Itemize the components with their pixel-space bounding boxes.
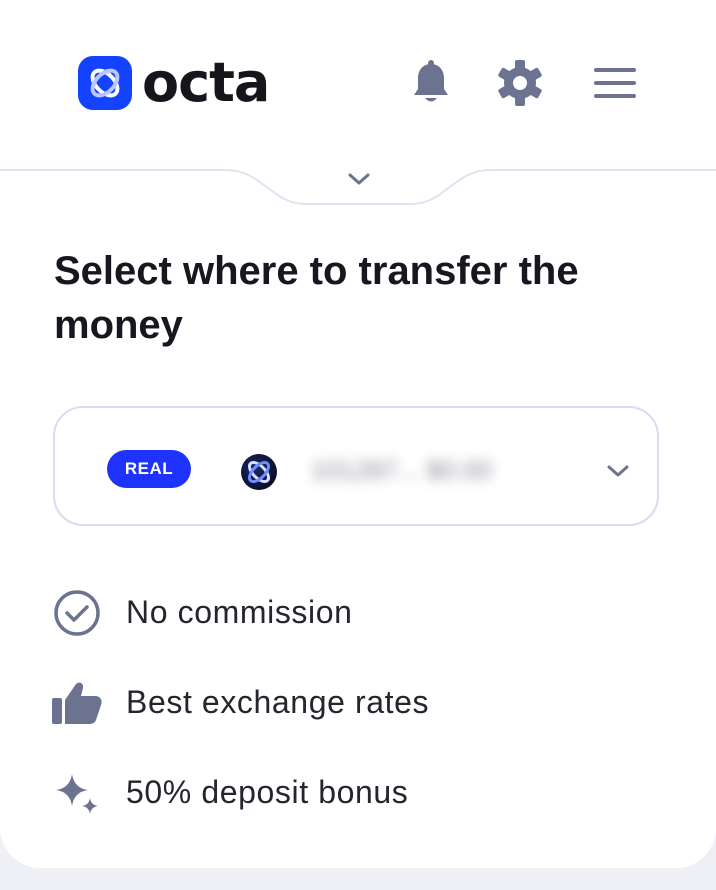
feature-deposit-bonus: 50% deposit bonus — [50, 762, 610, 822]
page-title: Select where to transfer the money — [54, 249, 579, 347]
octa-logo[interactable]: octa — [78, 51, 270, 114]
account-type-badge: REAL — [107, 450, 191, 488]
feature-label: 50% deposit bonus — [126, 774, 409, 810]
bell-icon[interactable] — [406, 58, 456, 108]
account-selector[interactable]: REAL 101287... $0.00 — [53, 406, 659, 526]
sparkles-icon — [50, 768, 104, 818]
account-logo-icon — [241, 454, 277, 490]
collapse-chevron-icon[interactable] — [344, 168, 374, 190]
transfer-card: octa Select where to transfer the money … — [0, 0, 716, 868]
feature-label: No commission — [126, 594, 353, 630]
check-circle-icon — [50, 588, 104, 638]
chevron-down-icon[interactable] — [603, 460, 633, 482]
header: octa — [0, 0, 716, 170]
feature-no-commission: No commission — [50, 582, 610, 642]
feature-label: Best exchange rates — [126, 684, 430, 720]
gear-icon[interactable] — [495, 58, 545, 108]
account-value: 101287... $0.00 — [311, 455, 492, 485]
thumbs-up-icon — [50, 678, 104, 728]
menu-icon[interactable] — [590, 58, 640, 108]
octa-logo-mark-icon — [78, 56, 132, 110]
feature-best-rates: Best exchange rates — [50, 672, 610, 732]
logo-text: octa — [142, 51, 270, 114]
